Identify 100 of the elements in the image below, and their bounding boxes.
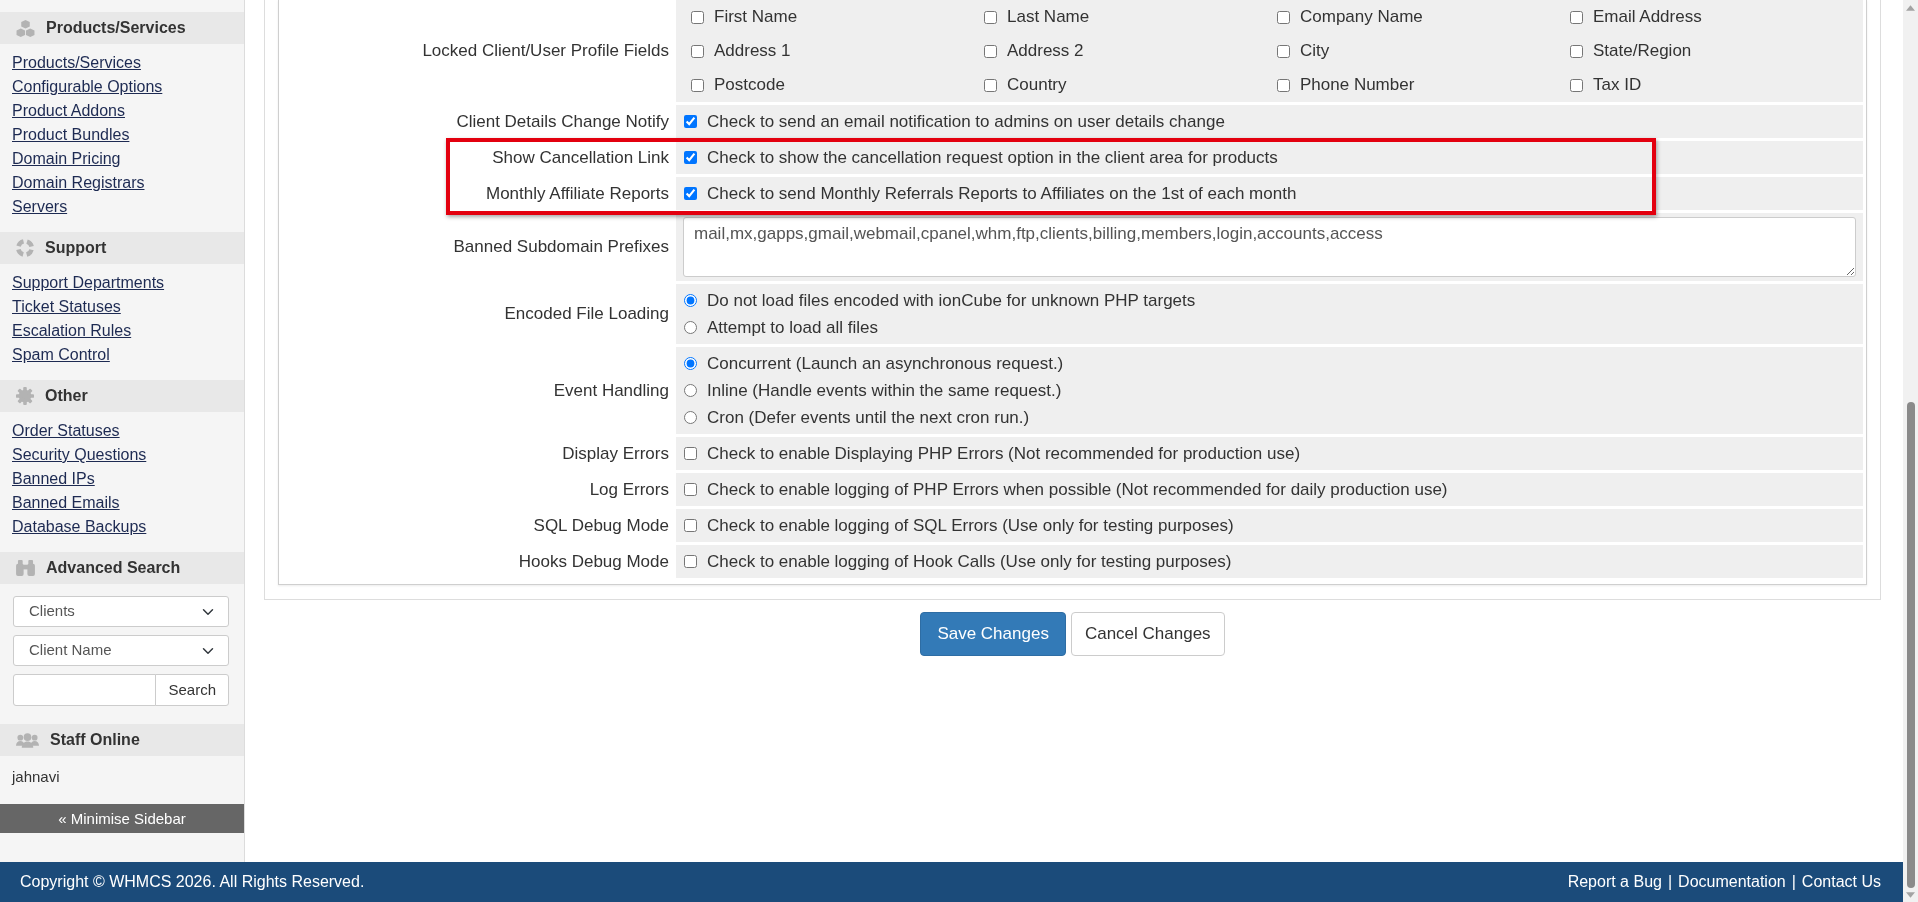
setting-label: SQL Debug Mode <box>533 514 669 537</box>
setting-label: Hooks Debug Mode <box>518 550 669 573</box>
checkbox[interactable] <box>684 151 697 164</box>
setting-label: Show Cancellation Link <box>492 146 669 169</box>
cubes-icon <box>16 19 35 37</box>
checkbox-label: Check to send Monthly Referrals Reports to Affiliates on the 1st of each month <box>707 183 1297 205</box>
sidebar-link[interactable]: Order Statuses <box>12 422 120 439</box>
footer-link[interactable]: Contact Us <box>1801 870 1881 894</box>
sidebar-link[interactable]: Domain Pricing <box>12 150 121 167</box>
checkbox[interactable] <box>984 44 997 58</box>
sidebar-link[interactable]: Product Bundles <box>12 126 130 143</box>
radio-label: Cron (Defer events until the next cron run.) <box>707 407 1030 429</box>
sidebar-link[interactable]: Security Questions <box>12 446 147 463</box>
checkbox-label: Check to enable logging of SQL Errors (Use only for testing purposes) <box>707 515 1234 537</box>
option-label: Email Address <box>1593 6 1702 28</box>
checkbox[interactable] <box>684 115 697 128</box>
copyright-text: Copyright © WHMCS 2026. All Rights Reserved. <box>20 872 365 892</box>
radio-label: Attempt to load all files <box>707 317 879 339</box>
checkbox[interactable] <box>984 10 997 24</box>
option-label: City <box>1300 40 1330 62</box>
checkbox[interactable] <box>1570 10 1583 24</box>
scrollbar-track[interactable] <box>1903 0 1918 902</box>
staff-name: jahnavi <box>12 768 60 785</box>
option-label: Last Name <box>1007 6 1090 28</box>
checkbox-label: Check to send an email notification to admins on user details change <box>707 111 1225 133</box>
cancel-button[interactable]: Cancel Changes <box>1070 612 1225 656</box>
checkbox[interactable] <box>691 10 704 24</box>
life-ring-icon <box>16 239 34 257</box>
scrollbar-thumb[interactable] <box>1906 402 1915 888</box>
dropdown[interactable]: Client Name <box>13 635 229 666</box>
setting-label: Log Errors <box>589 478 669 501</box>
checkbox[interactable] <box>684 447 697 460</box>
option-label: Company Name <box>1300 6 1423 28</box>
sidebar-link[interactable]: Ticket Statuses <box>12 298 121 315</box>
sidebar-link[interactable]: Support Departments <box>12 274 165 291</box>
section-title: Advanced Search <box>46 558 181 578</box>
radio-button[interactable] <box>684 384 697 397</box>
section-title: Support <box>45 238 107 258</box>
checkbox[interactable] <box>984 78 997 92</box>
checkbox[interactable] <box>684 483 697 496</box>
checkbox[interactable] <box>1570 44 1583 58</box>
checkbox-label: Check to show the cancellation request option in the client area for products <box>707 147 1278 169</box>
sidebar-link[interactable]: Banned IPs <box>12 470 95 487</box>
setting-label: Encoded File Loading <box>504 303 669 326</box>
footer-link[interactable]: Documentation <box>1678 870 1786 894</box>
setting-label: Event Handling <box>553 379 669 402</box>
setting-label: Client Details Change Notify <box>456 110 669 133</box>
checkbox-label: Check to enable logging of Hook Calls (Use only for testing purposes) <box>707 551 1232 573</box>
option-label: First Name <box>714 6 798 28</box>
option-label: State/Region <box>1593 40 1692 62</box>
checkbox[interactable] <box>691 44 704 58</box>
section-title: Staff Online <box>50 730 140 750</box>
sidebar-link[interactable]: Products/Services <box>12 54 141 71</box>
setting-label: Monthly Affiliate Reports <box>486 182 669 205</box>
footer-link[interactable]: Report a Bug <box>1567 870 1662 894</box>
option-label: Country <box>1007 74 1067 96</box>
checkbox[interactable] <box>691 78 704 92</box>
option-label: Postcode <box>714 74 785 96</box>
checkbox[interactable] <box>1570 78 1583 92</box>
text-area[interactable]: mail,mx,gapps,gmail,webmail,cpanel,whm,ftp,clients,billing,members,login,accounts,access <box>683 217 1856 277</box>
option-label: Tax ID <box>1593 74 1642 96</box>
sidebar-link[interactable]: Configurable Options <box>12 78 163 95</box>
checkbox-label: Check to enable logging of PHP Errors when possible (Not recommended for daily production use) <box>707 479 1448 501</box>
sidebar-link[interactable]: Database Backups <box>12 518 147 535</box>
checkbox[interactable] <box>684 555 697 568</box>
option-label: Phone Number <box>1300 74 1415 96</box>
radio-button[interactable] <box>684 411 697 424</box>
radio-label: Do not load files encoded with ionCube for unknown PHP targets <box>707 290 1196 312</box>
minimise-sidebar-button[interactable]: « Minimise Sidebar <box>0 804 244 833</box>
sidebar-link[interactable]: Spam Control <box>12 346 110 363</box>
radio-button[interactable] <box>684 321 697 334</box>
checkbox[interactable] <box>1277 78 1290 92</box>
checkbox[interactable] <box>1277 44 1290 58</box>
section-title: Products/Services <box>46 18 186 38</box>
sidebar-link[interactable]: Banned Emails <box>12 494 120 511</box>
option-label: Address 1 <box>714 40 791 62</box>
sidebar-link[interactable]: Product Addons <box>12 102 125 119</box>
radio-label: Inline (Handle events within the same request.) <box>707 380 1062 402</box>
radio-button[interactable] <box>684 357 697 370</box>
search-field[interactable] <box>13 674 157 706</box>
sidebar-link[interactable]: Servers <box>12 198 68 215</box>
binoculars-icon <box>16 560 35 576</box>
radio-label: Concurrent (Launch an asynchronous request.) <box>707 353 1064 375</box>
checkbox[interactable] <box>1277 10 1290 24</box>
setting-label: Banned Subdomain Prefixes <box>453 236 669 259</box>
save-button[interactable]: Save Changes <box>920 612 1066 656</box>
checkbox[interactable] <box>684 187 697 200</box>
radio-button[interactable] <box>684 294 697 307</box>
checkbox[interactable] <box>684 519 697 532</box>
link-separator: | <box>1791 872 1796 892</box>
users-icon <box>16 732 39 748</box>
dropdown[interactable]: Clients <box>13 596 229 627</box>
link-separator: | <box>1667 872 1673 892</box>
sidebar-link[interactable]: Domain Registrars <box>12 174 145 191</box>
option-label: Address 2 <box>1007 40 1084 62</box>
search-button[interactable]: Search <box>155 674 229 706</box>
sidebar-link[interactable]: Escalation Rules <box>12 322 132 339</box>
setting-label: Display Errors <box>562 442 669 465</box>
setting-label: Locked Client/User Profile Fields <box>422 40 669 63</box>
checkbox-label: Check to enable Displaying PHP Errors (Not recommended for production use) <box>707 443 1301 465</box>
